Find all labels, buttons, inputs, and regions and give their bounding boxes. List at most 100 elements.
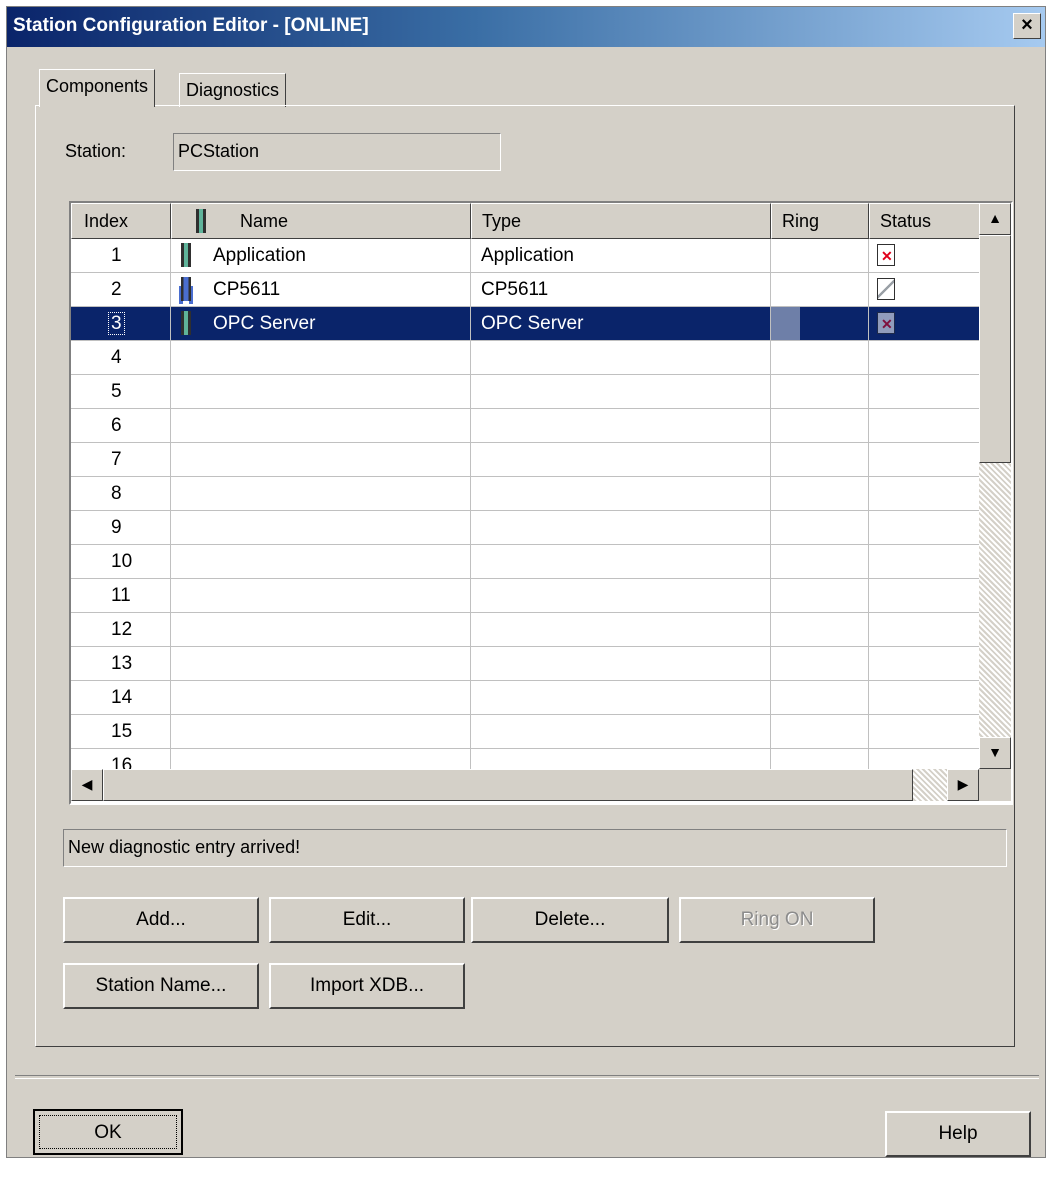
cell-type bbox=[471, 647, 771, 680]
cell-ring bbox=[771, 307, 869, 340]
table-row[interactable]: 1 Application Application ✕ bbox=[71, 239, 981, 273]
scroll-right-button[interactable]: ▶ bbox=[947, 769, 979, 801]
horizontal-scroll-thumb[interactable] bbox=[103, 769, 913, 801]
cell-index-text: 11 bbox=[111, 585, 131, 606]
cell-status bbox=[869, 477, 981, 510]
tab-diagnostics[interactable]: Diagnostics bbox=[179, 73, 287, 107]
table-row[interactable]: 4 bbox=[71, 341, 981, 375]
cell-status bbox=[869, 579, 981, 612]
cell-ring bbox=[771, 681, 869, 714]
table-row[interactable]: 14 bbox=[71, 681, 981, 715]
table-row[interactable]: 15 bbox=[71, 715, 981, 749]
cell-name: OPC Server bbox=[171, 307, 471, 340]
cell-type bbox=[471, 511, 771, 544]
vertical-scrollbar[interactable]: ▲ ▼ bbox=[979, 203, 1011, 769]
cell-ring bbox=[771, 579, 869, 612]
cell-name-text: CP5611 bbox=[213, 279, 281, 300]
cell-index: 5 bbox=[71, 375, 171, 408]
column-header-status[interactable]: Status bbox=[869, 203, 981, 239]
cell-ring bbox=[771, 511, 869, 544]
cell-ring bbox=[771, 477, 869, 510]
cell-name: Application bbox=[171, 239, 471, 272]
cell-ring bbox=[771, 273, 869, 306]
cell-type bbox=[471, 545, 771, 578]
cell-ring bbox=[771, 613, 869, 646]
cell-status bbox=[869, 273, 981, 306]
scroll-left-button[interactable]: ◀ bbox=[71, 769, 103, 801]
cell-index: 8 bbox=[71, 477, 171, 510]
edit-button[interactable]: Edit... bbox=[269, 897, 465, 943]
station-configuration-dialog: Station Configuration Editor - [ONLINE] … bbox=[6, 6, 1046, 1158]
cell-status bbox=[869, 681, 981, 714]
close-button[interactable]: × bbox=[1013, 13, 1041, 39]
title-bar[interactable]: Station Configuration Editor - [ONLINE] … bbox=[7, 7, 1045, 47]
cell-ring bbox=[771, 647, 869, 680]
cell-status bbox=[869, 375, 981, 408]
cell-type bbox=[471, 681, 771, 714]
cell-index-text: 15 bbox=[111, 721, 133, 742]
ok-button[interactable]: OK bbox=[33, 1109, 183, 1155]
scroll-up-button[interactable]: ▲ bbox=[979, 203, 1011, 235]
cell-index-text: 10 bbox=[111, 551, 133, 572]
table-row[interactable]: 12 bbox=[71, 613, 981, 647]
add-button[interactable]: Add... bbox=[63, 897, 259, 943]
cell-name bbox=[171, 545, 471, 578]
cell-index-text: 1 bbox=[111, 245, 122, 266]
network-card-icon bbox=[181, 277, 191, 301]
cell-status bbox=[869, 409, 981, 442]
cell-status bbox=[869, 511, 981, 544]
delete-button[interactable]: Delete... bbox=[471, 897, 669, 943]
help-button[interactable]: Help bbox=[885, 1111, 1031, 1157]
cell-index-text: 8 bbox=[111, 483, 122, 504]
cell-index: 12 bbox=[71, 613, 171, 646]
cell-index: 4 bbox=[71, 341, 171, 374]
scroll-down-button[interactable]: ▼ bbox=[979, 737, 1011, 769]
cell-status bbox=[869, 613, 981, 646]
cell-status bbox=[869, 647, 981, 680]
table-row[interactable]: 9 bbox=[71, 511, 981, 545]
table-row[interactable]: 7 bbox=[71, 443, 981, 477]
table-row[interactable]: 2 CP5611 CP5611 bbox=[71, 273, 981, 307]
cell-index: 6 bbox=[71, 409, 171, 442]
vertical-scroll-thumb[interactable] bbox=[979, 235, 1011, 463]
cell-status: ✕ bbox=[869, 307, 981, 340]
cell-index-text: 13 bbox=[111, 653, 133, 674]
cell-ring bbox=[771, 239, 869, 272]
cell-name bbox=[171, 341, 471, 374]
table-row[interactable]: 8 bbox=[71, 477, 981, 511]
cell-type bbox=[471, 715, 771, 748]
column-header-ring[interactable]: Ring bbox=[771, 203, 869, 239]
table-row[interactable]: 10 bbox=[71, 545, 981, 579]
cell-ring bbox=[771, 375, 869, 408]
cell-index: 7 bbox=[71, 443, 171, 476]
scrollbar-corner bbox=[979, 769, 1011, 801]
cell-ring bbox=[771, 409, 869, 442]
cell-index-text: 6 bbox=[111, 415, 122, 436]
cell-type bbox=[471, 375, 771, 408]
cell-name bbox=[171, 409, 471, 442]
cell-type bbox=[471, 579, 771, 612]
cell-index-text: 5 bbox=[111, 381, 122, 402]
station-name-field: PCStation bbox=[173, 133, 501, 171]
column-header-index[interactable]: Index bbox=[71, 203, 171, 239]
station-name-button[interactable]: Station Name... bbox=[63, 963, 259, 1009]
cell-index: 15 bbox=[71, 715, 171, 748]
import-xdb-button[interactable]: Import XDB... bbox=[269, 963, 465, 1009]
table-row[interactable]: 6 bbox=[71, 409, 981, 443]
cell-status bbox=[869, 443, 981, 476]
cell-index: 3 bbox=[71, 307, 171, 340]
column-header-type[interactable]: Type bbox=[471, 203, 771, 239]
table-row[interactable]: 3 OPC Server OPC Server ✕ bbox=[71, 307, 981, 341]
cell-type: OPC Server bbox=[471, 307, 771, 340]
table-row[interactable]: 13 bbox=[71, 647, 981, 681]
ring-on-button[interactable]: Ring ON bbox=[679, 897, 875, 943]
tab-components[interactable]: Components bbox=[39, 69, 156, 107]
horizontal-scrollbar[interactable]: ◀ ▶ bbox=[71, 769, 979, 801]
table-row[interactable]: 5 bbox=[71, 375, 981, 409]
cell-ring bbox=[771, 715, 869, 748]
column-header-name[interactable]: Name bbox=[171, 203, 471, 239]
cell-index: 14 bbox=[71, 681, 171, 714]
cell-status bbox=[869, 545, 981, 578]
cell-index: 10 bbox=[71, 545, 171, 578]
table-row[interactable]: 11 bbox=[71, 579, 981, 613]
